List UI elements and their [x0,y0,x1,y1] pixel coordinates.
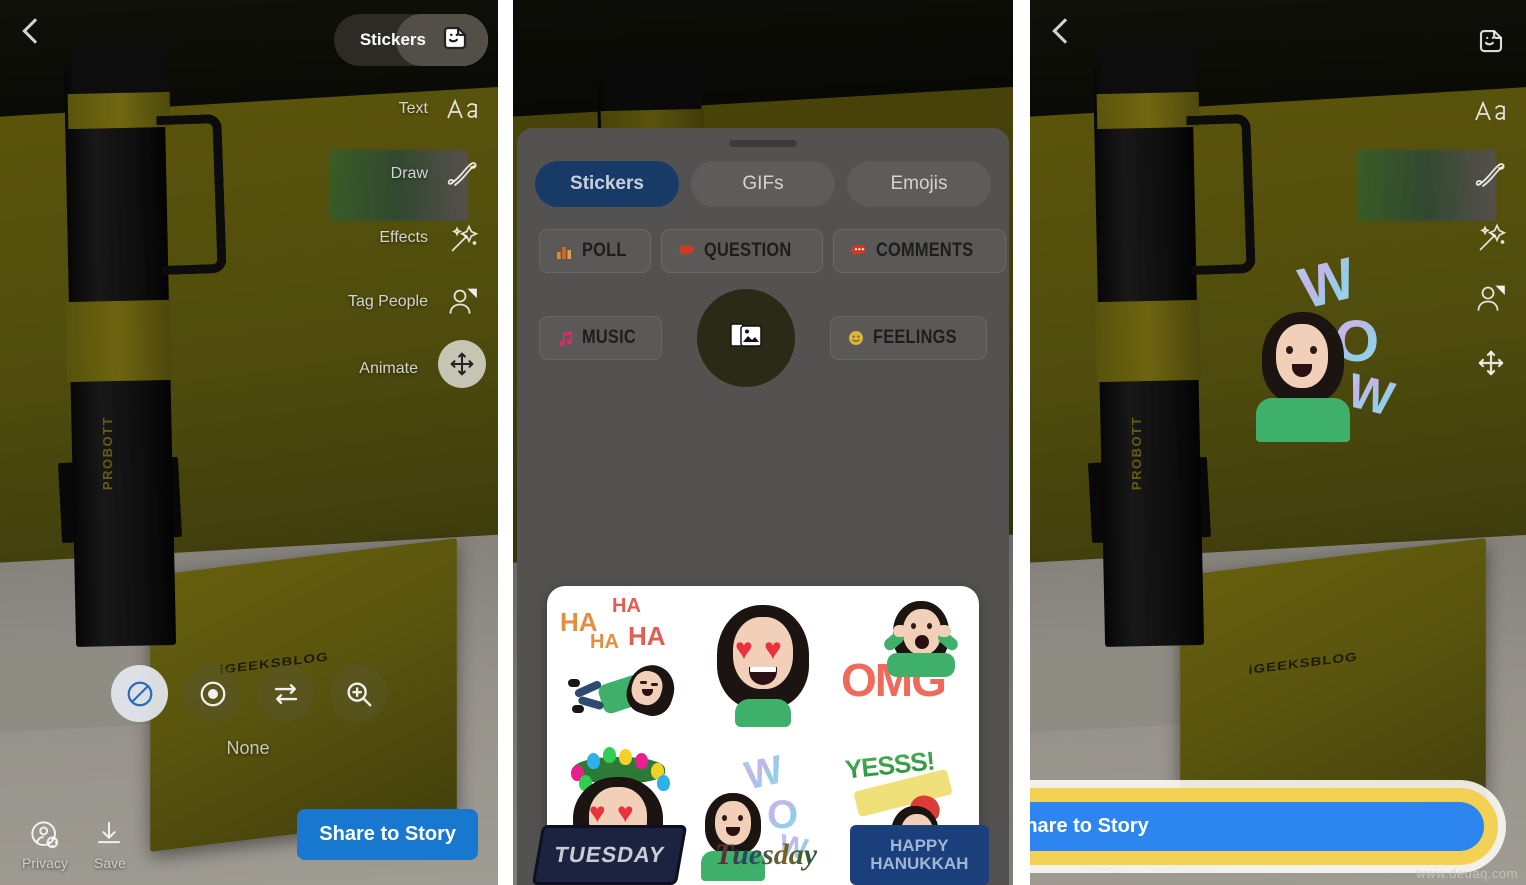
tab-stickers[interactable]: Stickers [535,161,679,207]
tag-person-icon [1472,280,1510,318]
save-button[interactable]: Save [94,819,126,871]
text-aa-icon [1472,92,1510,130]
question-chip[interactable]: QUESTION [660,229,823,273]
sidebar-item-effects[interactable] [1472,218,1510,256]
sticker-tray-sheet: Stickers GIFs Emojis POLL QUESTION COMME… [517,128,1009,885]
save-label: Save [1150,855,1182,871]
tab-emojis[interactable]: Emojis [847,161,991,207]
comments-chip[interactable]: COMMENTS [832,229,1006,273]
sticker-face-icon [1472,22,1510,60]
more-stickers-row: TUESDAY Tuesday HAPPY HANUKKAH [531,807,989,885]
three-panel-screenshot: iGEEKSBLOG PROBOTT Stickers Text Draw Ef… [0,0,1526,885]
share-to-story-button[interactable]: Share to Story [297,809,478,860]
panel-sticker-placed: iGEEKSBLOG PROBOTT W O W Privacy Save ha… [1030,0,1526,885]
privacy-label: Privacy [22,855,68,871]
sidebar-item-label: Draw [390,165,428,182]
panel-editor-tools: iGEEKSBLOG PROBOTT Stickers Text Draw Ef… [0,0,498,885]
photo-bottle-brand: PROBOTT [1129,415,1145,490]
share-to-story-button[interactable]: Share to Story [1030,802,1484,851]
sticker-heart-eyes[interactable]: ♥ ♥ [691,586,835,740]
feelings-chip-label: FEELINGS [872,327,957,348]
sticker-omg[interactable]: OMG [835,586,979,740]
interactive-sticker-chips: POLL QUESTION COMMENTS MUSIC FEELINGS [517,207,1009,387]
panel-divider-2 [1013,0,1030,885]
effect-swap-button[interactable] [257,665,314,722]
animate-move-icon[interactable] [438,340,486,388]
effect-focus-button[interactable] [184,665,241,722]
tray-tabs: Stickers GIFs Emojis [517,147,1009,207]
download-save-icon [94,819,126,851]
privacy-label: Privacy [1078,855,1124,871]
panel-divider [498,0,513,885]
tab-gifs[interactable]: GIFs [691,161,835,207]
sidebar-item-label: Animate [359,360,418,377]
feelings-chip[interactable]: FEELINGS [829,316,987,360]
sidebar-item-text[interactable]: Text [399,90,482,128]
effects-wand-icon [1472,218,1510,256]
poll-chip-label: POLL [582,240,627,261]
sidebar-item-draw[interactable] [1472,156,1510,194]
sidebar-item-tag-people[interactable] [1472,280,1510,318]
effect-none-label: None [226,738,270,758]
photo-sticker-chip[interactable] [696,289,795,387]
photo-gallery-icon [729,320,763,357]
sidebar-item-stickers[interactable] [1472,22,1510,60]
feelings-smiley-icon [847,329,865,347]
tag-person-icon [444,283,482,321]
tuesday-badge-sticker[interactable]: TUESDAY [531,825,688,885]
sidebar-item-label: Effects [379,229,428,246]
panel-sticker-tray: Stickers GIFs Emojis POLL QUESTION COMME… [513,0,1013,885]
effects-row [111,665,387,722]
draw-squiggle-icon [444,155,482,193]
sticker-face-icon [440,23,470,58]
music-chip[interactable]: MUSIC [539,316,662,360]
stickers-button-label: Stickers [359,30,426,49]
music-chip-label: MUSIC [582,327,636,348]
sidebar-item-draw[interactable]: Draw [391,155,482,193]
sticker-haha-laughing[interactable]: HA HA HA HA [547,586,691,740]
sheet-grabber[interactable] [729,140,797,147]
effects-wand-icon [444,219,482,257]
sidebar-item-label: Tag People [347,293,428,310]
sidebar-item-animate[interactable] [1472,344,1510,382]
site-watermark: www.deuaq.com [1416,866,1518,881]
photo-bottle-brand: PROBOTT [99,415,115,490]
question-chip-label: QUESTION [703,240,792,261]
effect-zoom-button[interactable] [330,665,387,722]
draw-squiggle-icon [1472,156,1510,194]
privacy-gear-icon [29,819,61,851]
animate-move-icon [1472,344,1510,382]
comments-chip-label: COMMENTS [875,240,973,261]
happy-hanukkah-sticker[interactable]: HAPPY HANUKKAH [849,825,989,885]
placed-wow-sticker[interactable]: W O W [1248,245,1448,460]
privacy-button[interactable]: Privacy [22,819,68,871]
poll-bars-icon [556,242,574,260]
sidebar-item-text[interactable] [1472,92,1510,130]
sidebar-item-effects[interactable]: Effects [379,219,482,257]
sidebar-item-label: Text [398,100,428,117]
sidebar-item-tag-people[interactable]: Tag People [348,283,482,321]
poll-chip[interactable]: POLL [539,229,651,273]
tuesday-script-sticker[interactable]: Tuesday [696,825,835,885]
music-note-icon [556,329,574,347]
stickers-button[interactable]: Stickers [333,14,488,66]
save-label: Save [94,855,126,871]
question-bubble-icon [678,242,696,260]
effect-none-button[interactable] [111,665,168,722]
text-aa-icon [444,90,482,128]
comments-bubble-icon [850,242,868,260]
